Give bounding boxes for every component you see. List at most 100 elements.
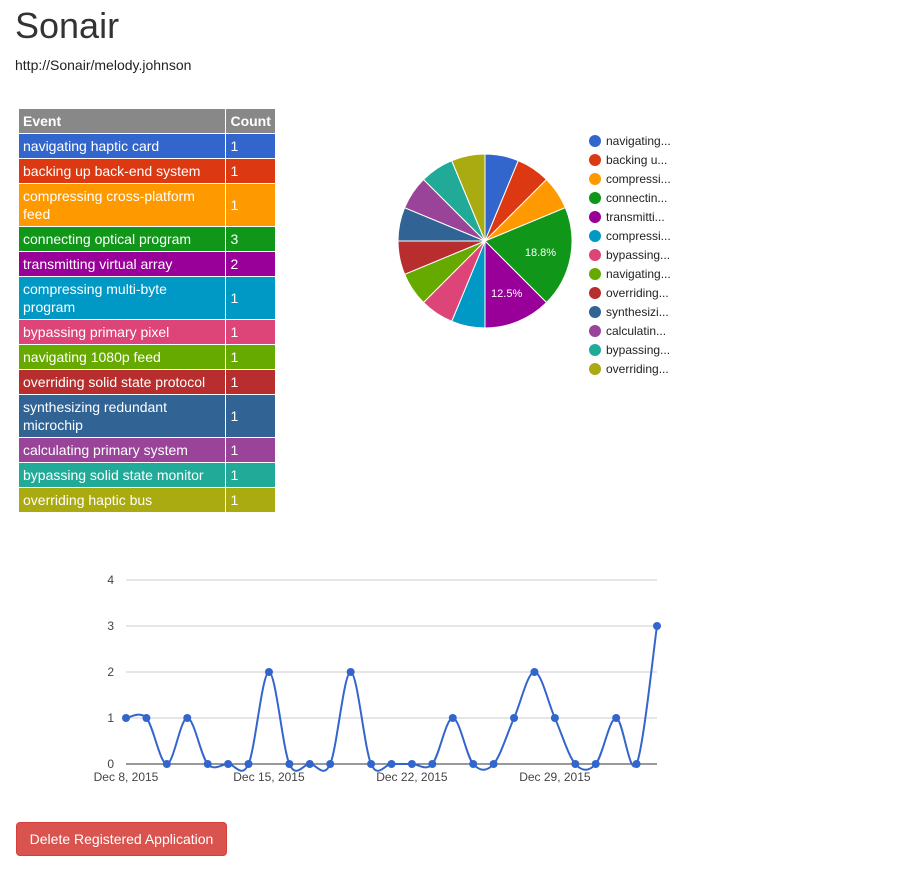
data-point [203, 760, 212, 768]
legend-swatch [589, 192, 601, 204]
legend-label: calculatin... [606, 324, 666, 338]
legend-swatch [589, 230, 601, 242]
legend-label: bypassing... [606, 248, 670, 262]
data-point [244, 760, 253, 768]
legend-swatch [589, 306, 601, 318]
data-point [510, 714, 519, 722]
data-point [142, 714, 151, 722]
legend-swatch [589, 211, 601, 223]
event-count-cell: 3 [225, 226, 276, 252]
data-point [183, 714, 192, 722]
event-name-cell: bypassing primary pixel [17, 319, 227, 345]
event-name-cell: calculating primary system [17, 437, 227, 463]
table-header-row: Event Count [17, 108, 276, 134]
event-count-cell: 1 [225, 183, 276, 227]
data-point [632, 760, 641, 768]
y-tick-label: 3 [107, 619, 114, 633]
data-point [346, 668, 355, 676]
legend-swatch [589, 249, 601, 261]
y-tick-label: 0 [107, 757, 114, 771]
event-name-cell: backing up back-end system [17, 158, 227, 184]
data-point [489, 760, 498, 768]
delete-registered-application-button[interactable]: Delete Registered Application [16, 822, 227, 856]
legend-label: transmitti... [606, 210, 665, 224]
legend-label: overriding... [606, 286, 669, 300]
table-row: navigating haptic card 1 [17, 133, 276, 159]
data-point [571, 760, 580, 768]
legend-swatch [589, 135, 601, 147]
data-point [530, 668, 539, 676]
event-count-cell: 2 [225, 251, 276, 277]
data-point [122, 714, 130, 722]
x-tick-label: Dec 8, 2015 [94, 770, 159, 784]
legend-swatch [589, 154, 601, 166]
event-name-cell: overriding haptic bus [17, 487, 227, 513]
x-tick-label: Dec 22, 2015 [376, 770, 448, 784]
legend-label: connectin... [606, 191, 667, 205]
legend-label: navigating... [606, 267, 671, 281]
data-point [428, 760, 437, 768]
event-name-cell: compressing cross-platform feed [17, 183, 227, 227]
events-table-body: navigating haptic card 1 backing up back-e… [17, 133, 276, 513]
event-count-cell: 1 [225, 369, 276, 395]
y-tick-label: 1 [107, 711, 114, 725]
legend-swatch [589, 287, 601, 299]
table-row: navigating 1080p feed 1 [17, 344, 276, 370]
data-point [591, 760, 600, 768]
table-row: bypassing primary pixel 1 [17, 319, 276, 345]
events-table: Event Count navigating haptic card 1 backi… [17, 108, 276, 513]
y-tick-label: 2 [107, 665, 114, 679]
data-point [407, 760, 416, 768]
event-count-cell: 1 [225, 437, 276, 463]
table-row: calculating primary system 1 [17, 437, 276, 463]
event-name-cell: overriding solid state protocol [17, 369, 227, 395]
data-point [285, 760, 294, 768]
table-row: backing up back-end system 1 [17, 158, 276, 184]
legend-label: overriding... [606, 362, 669, 376]
page-title: Sonair [15, 5, 120, 46]
pie-slice-label: 18.8% [525, 247, 556, 259]
legend-label: navigating... [606, 134, 671, 148]
event-name-cell: bypassing solid state monitor [17, 462, 227, 488]
legend-label: bypassing... [606, 343, 670, 357]
event-name-cell: connecting optical program [17, 226, 227, 252]
event-name-cell: navigating haptic card [17, 133, 227, 159]
data-point [653, 622, 661, 630]
pie-slice-label: 12.5% [491, 288, 522, 300]
table-row: compressing cross-platform feed 1 [17, 183, 276, 227]
table-row: transmitting virtual array 2 [17, 251, 276, 277]
legend-swatch [589, 173, 601, 185]
event-count-cell: 1 [225, 158, 276, 184]
count-column-header: Count [225, 108, 276, 134]
data-point [550, 714, 559, 722]
legend-label: compressi... [606, 172, 671, 186]
event-name-cell: synthesizing redundant microchip [17, 394, 227, 438]
data-point [469, 760, 478, 768]
event-count-cell: 1 [225, 276, 276, 320]
y-tick-label: 4 [107, 573, 114, 587]
data-point [326, 760, 335, 768]
data-point [367, 760, 376, 768]
app-url: http://Sonair/melody.johnson [15, 57, 192, 73]
event-column-header: Event [17, 108, 227, 134]
legend-swatch [589, 344, 601, 356]
event-count-cell: 1 [225, 487, 276, 513]
event-count-cell: 1 [225, 344, 276, 370]
event-name-cell: transmitting virtual array [17, 251, 227, 277]
legend-label: compressi... [606, 229, 671, 243]
legend-label: synthesizi... [606, 305, 669, 319]
data-point [264, 668, 273, 676]
x-tick-label: Dec 15, 2015 [233, 770, 305, 784]
event-count-cell: 1 [225, 462, 276, 488]
data-point [224, 760, 233, 768]
legend-swatch [589, 363, 601, 375]
table-row: overriding solid state protocol 1 [17, 369, 276, 395]
data-point [162, 760, 171, 768]
event-name-cell: navigating 1080p feed [17, 344, 227, 370]
line-chart: 0 1 2 3 4 Dec 8, 2015 Dec 15, 2015 Dec 22, 2015… [94, 573, 661, 784]
legend-label: backing u... [606, 153, 667, 167]
line-series [125, 625, 658, 772]
table-row: compressing multi-byte program 1 [17, 276, 276, 320]
table-row: synthesizing redundant microchip 1 [17, 394, 276, 438]
data-point [387, 760, 396, 768]
